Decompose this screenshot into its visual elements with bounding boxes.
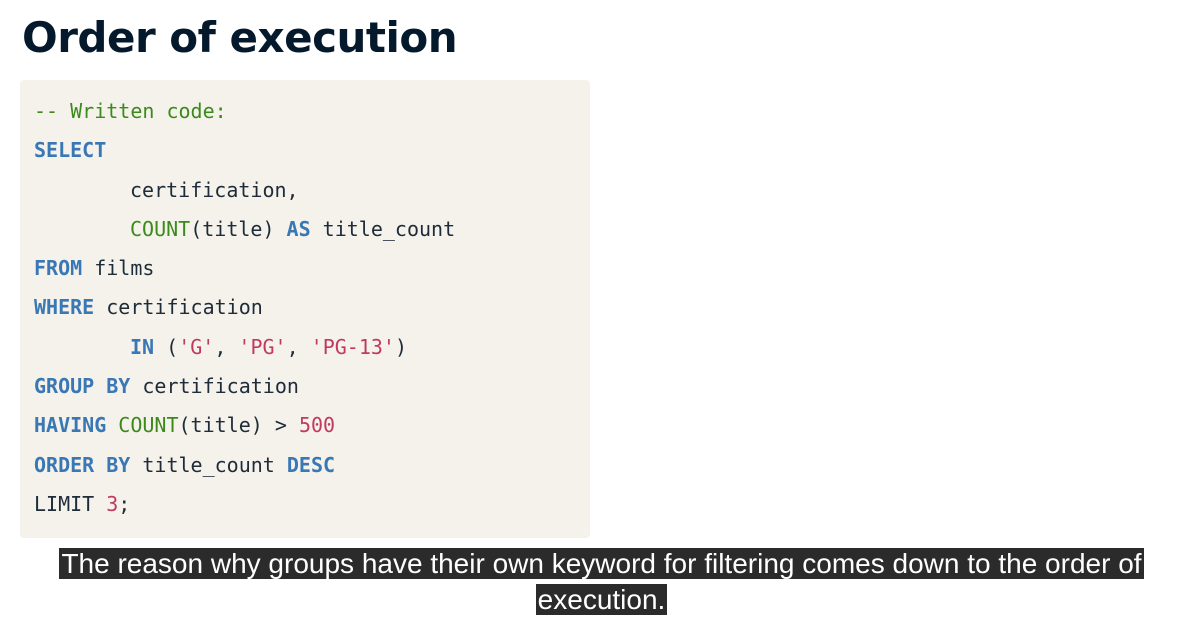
number-3: 3 (106, 491, 119, 516)
in-open-paren: ( (154, 334, 179, 359)
in-close-paren: ) (394, 334, 408, 359)
keyword-limit: LIMIT (34, 491, 107, 516)
function-count: COUNT (130, 216, 191, 241)
code-block[interactable]: -- Written code: SELECT certification, C… (20, 80, 590, 538)
string-g: 'G' (178, 334, 215, 359)
count-argument: (title) (190, 216, 287, 241)
code-line-comment: -- Written code: (34, 92, 590, 131)
keyword-order-by: ORDER BY (34, 452, 131, 477)
keyword-desc: DESC (286, 452, 336, 477)
code-line-from: FROM films (34, 249, 590, 288)
number-500: 500 (298, 413, 336, 438)
subtitle-caption: The reason why groups have their own key… (0, 546, 1203, 618)
keyword-as: AS (286, 216, 311, 241)
group-column: certification (130, 374, 299, 399)
code-line-where: WHERE certification (34, 288, 590, 327)
where-column: certification (94, 295, 263, 320)
column-certification: certification, (130, 177, 299, 202)
keyword-select: SELECT (34, 138, 107, 163)
keyword-in: IN (130, 334, 155, 359)
code-line-column: certification, (34, 171, 590, 210)
keyword-group-by: GROUP BY (34, 374, 131, 399)
comma: , (214, 334, 239, 359)
keyword-from: FROM (34, 256, 83, 281)
semicolon: ; (118, 491, 131, 516)
code-comment: -- Written code: (34, 99, 227, 123)
code-line-limit: LIMIT 3; (34, 485, 590, 524)
string-pg-13: 'PG-13' (310, 334, 395, 359)
code-line-order-by: ORDER BY title_count DESC (34, 446, 590, 485)
count-comparison: (title) > (178, 413, 299, 438)
keyword-having: HAVING (34, 413, 107, 438)
code-line-in: IN ('G', 'PG', 'PG-13') (34, 328, 590, 367)
code-line-select: SELECT (34, 131, 590, 170)
code-line-having: HAVING COUNT(title) > 500 (34, 406, 590, 445)
keyword-where: WHERE (34, 295, 95, 320)
comma: , (286, 334, 311, 359)
page-title: Order of execution (22, 13, 458, 62)
function-count: COUNT (118, 413, 179, 438)
alias-title-count: title_count (310, 216, 456, 241)
table-name: films (82, 256, 155, 281)
order-column: title_count (130, 452, 287, 477)
string-pg: 'PG' (238, 334, 287, 359)
code-line-count: COUNT(title) AS title_count (34, 210, 590, 249)
caption-text: The reason why groups have their own key… (59, 548, 1144, 615)
code-line-group-by: GROUP BY certification (34, 367, 590, 406)
